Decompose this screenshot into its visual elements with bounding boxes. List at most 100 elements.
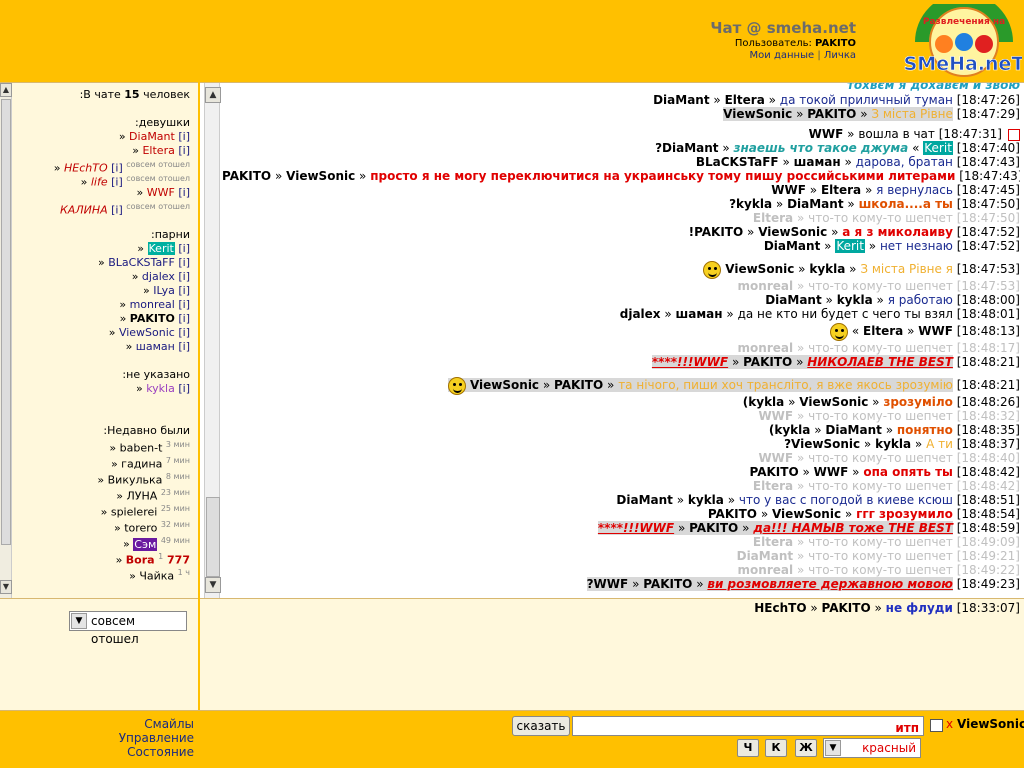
my-data-link[interactable]: Мои данные — [750, 50, 815, 61]
manage-link[interactable]: Управление — [0, 731, 194, 745]
recipient-nick[interactable]: ViewSonic — [957, 717, 1024, 731]
scroll-thumb[interactable] — [1, 99, 11, 545]
recent-item[interactable]: 777 Bora 1 « — [14, 550, 196, 567]
user-item[interactable]: [kykla [i « — [14, 382, 196, 396]
link-separator: | — [817, 50, 821, 61]
recent-item[interactable]: Викулька 8 мин « — [14, 470, 196, 487]
message-row: ?WWF » PAKITO » ви розмовляете державною… — [586, 577, 1020, 591]
recent-item[interactable]: torero 32 мин « — [14, 518, 196, 535]
private-link[interactable]: Личка — [824, 50, 856, 61]
recent-item[interactable]: гадина 7 мин « — [14, 454, 196, 471]
message-row: Eltera » что-то кому-то шепчет [18:48:42… — [752, 479, 1020, 493]
user-item[interactable]: HEchTO [i] совсем отошел « — [14, 158, 196, 175]
color-select[interactable]: ▼ красный — [823, 738, 921, 758]
message-row: monreal » что-то кому-то шепчет [18:47:5… — [737, 279, 1020, 293]
underline-button[interactable]: Ч — [737, 739, 759, 757]
user-item[interactable]: [monreal [i « — [14, 298, 196, 312]
user-item[interactable]: [Eltera [i « — [14, 144, 196, 158]
logo-top-text: Развлечения на — [923, 17, 1005, 27]
user-count: В чате 15 человек: — [79, 88, 190, 101]
notify-icon — [1008, 128, 1020, 141]
guys-heading: парни: — [151, 228, 190, 241]
message-row: Eltera » что-то кому-то шепчет [18:47:50… — [752, 211, 1020, 225]
header: Чат @ smeha.net Пользователь: PAKITO Мои… — [0, 0, 1024, 82]
user-item[interactable]: [BLaCKSTaFF [i « — [14, 256, 196, 270]
message-row: Eltera » что-то кому-то шепчет [18:49:09… — [752, 535, 1020, 549]
user-label: Пользователь: — [734, 38, 812, 49]
user-name: PAKITO — [815, 38, 856, 49]
message-input[interactable]: итп — [572, 716, 924, 736]
scroll-up-icon[interactable]: ▲ — [205, 87, 221, 103]
input-hint: итп — [895, 721, 919, 735]
message-row: !PAKITO » ViewSonic » а я з миколаиву [1… — [688, 225, 1020, 239]
italic-button[interactable]: К — [765, 739, 787, 757]
scroll-down-icon[interactable]: ▼ — [205, 577, 221, 593]
user-list-panel: ▲ ▼ В чате 15 человек: девушки: [DiaMant… — [0, 82, 198, 599]
color-value: красный — [862, 741, 916, 755]
state-link[interactable]: Состояние — [0, 745, 194, 759]
message-row: PAKITO » ViewSonic » ггг зрозумило [18:4… — [707, 507, 1020, 521]
user-item[interactable]: [ViewSonic [i « — [14, 326, 196, 340]
chevron-down-icon[interactable]: ▼ — [71, 613, 87, 629]
message-list: тохвєм я дохавєм и звою DiaMant » Eltera… — [222, 83, 1020, 598]
scroll-down-icon[interactable]: ▼ — [0, 580, 12, 594]
smiles-link[interactable]: Смайлы — [0, 717, 194, 731]
message-row: PAKITO » ViewSonic » просто я не могу пе… — [222, 169, 1020, 183]
recent-item[interactable]: Чайка 1 ч « — [14, 566, 196, 583]
smiley-icon — [447, 376, 466, 395]
message-row: тохвєм я дохавєм и звою — [846, 83, 1020, 92]
user-item[interactable]: [i] Kerit « — [14, 242, 196, 256]
bold-button[interactable]: Ж — [795, 739, 817, 757]
message-row: PAKITO » WWF » опа опять ты [18:48:42] — [749, 465, 1020, 479]
recent-item[interactable]: Сэм 49 мин « — [14, 534, 196, 551]
status-value: совсем отошел — [91, 614, 139, 646]
message-row: ****!!!WWF » PAKITO » да!!! НАМЫВ тоже T… — [597, 521, 1020, 535]
scroll-thumb[interactable] — [206, 497, 220, 577]
site-logo[interactable]: Развлечения на SMeHa.neT — [904, 4, 1022, 80]
message-row: ****!!!WWF » PAKITO » НИКОЛАЕВ THE BEST … — [651, 355, 1020, 369]
message-row: (kykla » DiaMant » понятно [18:48:35] — [768, 423, 1020, 437]
message-row: ?DiaMant » знаешь что такое джума « Keri… — [655, 141, 1020, 155]
recent-item[interactable]: baben-t 3 мин « — [14, 438, 196, 455]
smiley-icon — [703, 260, 722, 279]
scroll-up-icon[interactable]: ▲ — [0, 83, 12, 97]
message-row: ViewSonic » PAKITO » З міста Рівне [18:4… — [723, 107, 1020, 121]
private-message-row: HEchTO » PAKITO » не флуди [18:33:07] — [754, 601, 1020, 615]
user-item[interactable]: [шаман [i « — [14, 340, 196, 354]
message-row: WWF » вошла в чат [18:47:31] — [222, 127, 1020, 141]
user-item[interactable]: life [i] совсем отошел « — [14, 172, 196, 189]
message-row: DiaMant » kykla » я работаю [18:48:00] — [765, 293, 1020, 307]
recent-item[interactable]: ЛУНА 23 мин « — [14, 486, 196, 503]
message-row: ViewSonic » PAKITO » та нічого, пиши хоч… — [222, 375, 1020, 395]
user-item[interactable]: [djalex [i « — [14, 270, 196, 284]
message-row: DiaMant » что-то кому-то шепчет [18:49:2… — [736, 549, 1020, 563]
message-row: BLaCKSTaFF » шаман » дарова, братан [18:… — [695, 155, 1020, 169]
say-button[interactable]: сказать — [512, 716, 570, 736]
user-item[interactable]: [ILya [i « — [14, 284, 196, 298]
message-row: ?ViewSonic » kykla » А ти [18:48:37] — [784, 437, 1020, 451]
message-row: WWF » что-то кому-то шепчет [18:48:40] — [758, 451, 1020, 465]
message-row: (kykla » ViewSonic » зрозуміло [18:48:26… — [742, 395, 1020, 409]
private-checkbox[interactable] — [930, 719, 943, 732]
page-title: Чат @ smeha.net — [710, 19, 856, 37]
chat-scrollbar[interactable]: ▲ ▼ — [204, 83, 221, 598]
message-row: djalex » шаман » да не кто ни будет с че… — [619, 307, 1020, 321]
user-list-scrollbar[interactable]: ▲ ▼ — [0, 83, 12, 599]
logo-bottom-text: SMeHa.neT — [904, 53, 1022, 75]
recent-item[interactable]: spielerei 25 мин « — [14, 502, 196, 519]
clear-recipient-icon[interactable]: x — [946, 717, 953, 731]
user-item[interactable]: [WWF [i « — [14, 186, 196, 200]
status-panel: ▼ совсем отошел — [0, 598, 198, 710]
message-row: « Eltera » WWF [18:48:13] — [222, 321, 1020, 341]
user-item[interactable]: [PAKITO [i « — [14, 312, 196, 326]
user-line: Пользователь: PAKITO — [735, 38, 856, 49]
girls-heading: девушки: — [135, 116, 190, 129]
message-row: ?kykla » DiaMant » школа....а ты [18:47:… — [729, 197, 1020, 211]
smiley-icon — [829, 322, 848, 341]
status-select[interactable]: ▼ совсем отошел — [69, 611, 187, 646]
message-row: ViewSonic » kykla » З міста Рівне я [18:… — [222, 259, 1020, 279]
user-item[interactable]: КАЛИНА [i] совсем отошел — [14, 200, 196, 217]
user-item[interactable]: [DiaMant [i « — [14, 130, 196, 144]
chevron-down-icon[interactable]: ▼ — [825, 740, 841, 756]
recent-heading: Недавно были: — [103, 424, 190, 437]
